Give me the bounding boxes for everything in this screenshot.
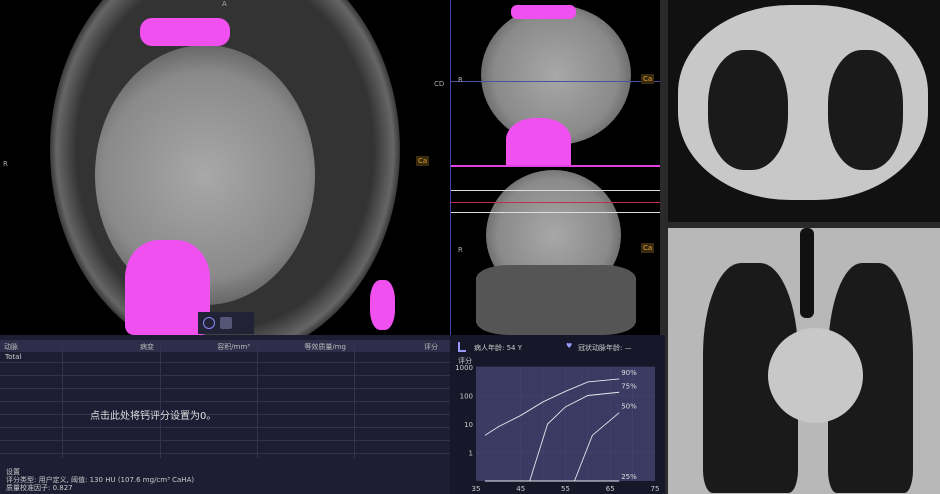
series-label: 50% <box>621 403 637 411</box>
lung-coronal-view[interactable] <box>668 228 940 494</box>
ca-tag-top: Ca <box>641 74 655 84</box>
row-divider <box>0 453 450 454</box>
left-lung <box>828 50 903 170</box>
row-divider <box>0 375 450 376</box>
slice-line-white-1 <box>451 190 660 191</box>
series-label: 25% <box>621 473 637 481</box>
trachea <box>800 228 814 318</box>
row-total-label: Total <box>5 353 22 361</box>
reset-score-link[interactable]: 点击此处将钙评分设置为0。 <box>90 407 216 422</box>
view-tools[interactable] <box>198 312 254 334</box>
x-tick-label: 65 <box>606 485 615 493</box>
col-divider <box>354 340 355 458</box>
col-divider <box>160 340 161 458</box>
table-header: 动脉 病变 容积/mm³ 等效质量/mg 评分 <box>0 340 450 352</box>
header-score: 评分 <box>424 343 438 351</box>
settings-calibration: 质量校准因子: 0.827 <box>6 484 73 492</box>
header-mass: 等效质量/mg <box>304 343 346 351</box>
y-tick-label: 100 <box>460 393 473 401</box>
sagittal-ct-view[interactable]: R R Ca Ca <box>450 0 660 335</box>
header-volume: 容积/mm³ <box>217 343 250 351</box>
series-label: 90% <box>621 369 637 377</box>
brush-icon[interactable] <box>220 317 232 329</box>
axial-ct-view[interactable]: A R Ca <box>0 0 450 335</box>
row-divider <box>0 388 450 389</box>
chart-svg: 1000 100 10 1 35 45 55 65 75 90% 75% 50% 25% <box>455 364 660 493</box>
row-divider <box>0 427 450 428</box>
age-percentile-chart: 病人年龄: 54 Y ♥ 冠状动脉年龄: — 评分 1000 100 10 1 35 45… <box>450 335 665 494</box>
calcium-top <box>511 5 576 19</box>
row-divider <box>0 401 450 402</box>
y-tick-label: 1000 <box>455 364 473 372</box>
right-lung <box>708 50 788 170</box>
orientation-top: A <box>222 0 227 8</box>
tissue-lower <box>476 265 636 335</box>
cd-label: CD <box>434 80 445 88</box>
ca-tag: Ca <box>416 156 430 166</box>
row-divider <box>0 414 450 415</box>
crosshair-line <box>451 81 660 82</box>
calcium-score-table[interactable]: 动脉 病变 容积/mm³ 等效质量/mg 评分 Total 点击此处将钙评分设置… <box>0 335 450 494</box>
slice-line-white-2 <box>451 212 660 213</box>
calcium-rib <box>370 280 395 330</box>
calcium-sternum <box>140 18 230 46</box>
orientation-r-bottom: R <box>458 246 463 254</box>
col-divider <box>62 340 63 458</box>
orientation-r-top: R <box>458 76 463 84</box>
orientation-left: R <box>3 160 8 168</box>
x-tick-label: 45 <box>516 485 525 493</box>
lung-axial-view[interactable] <box>668 0 940 222</box>
row-divider <box>0 440 450 441</box>
x-tick-label: 35 <box>472 485 481 493</box>
row-divider <box>0 362 450 363</box>
y-tick-label: 10 <box>464 421 473 429</box>
series-label: 75% <box>621 382 637 390</box>
rotate-icon[interactable] <box>203 317 215 329</box>
calcium-spine <box>506 118 571 166</box>
col-divider <box>257 340 258 458</box>
header-lesion: 病变 <box>140 343 154 351</box>
y-tick-label: 1 <box>469 450 473 458</box>
x-tick-label: 55 <box>561 485 570 493</box>
slice-line <box>451 165 660 167</box>
header-artery: 动脉 <box>4 343 18 351</box>
slice-line-red <box>451 202 660 203</box>
heart-coronal <box>768 328 863 423</box>
chest-axial <box>678 5 928 200</box>
ca-tag-bottom: Ca <box>641 243 655 253</box>
x-tick-label: 75 <box>651 485 660 493</box>
